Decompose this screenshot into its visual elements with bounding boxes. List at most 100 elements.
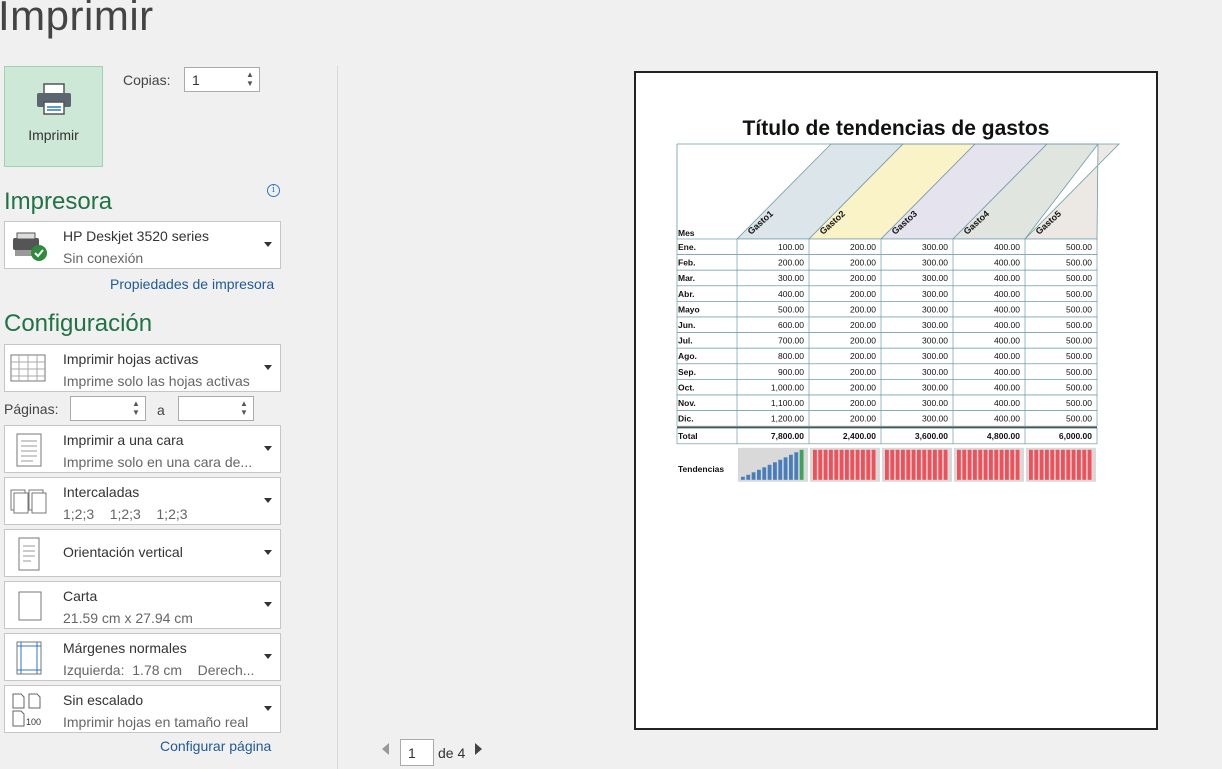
- table-row: [676, 269, 1098, 287]
- sparkline-bar: [967, 449, 972, 480]
- sides-desc: Imprime solo en una cara de...: [63, 454, 253, 470]
- sparkline-bar: [834, 449, 839, 480]
- sparkline-bar: [1045, 449, 1049, 480]
- cell-value: 200.00: [850, 351, 876, 361]
- sparkline-bar: [1010, 449, 1015, 480]
- sparkline-bar: [1087, 449, 1092, 480]
- sparkline-bar: [839, 449, 844, 480]
- chevron-down-icon: [264, 242, 272, 247]
- page-count: de 4: [438, 745, 466, 761]
- scaling-select[interactable]: 100 Sin escalado Imprimir hojas en tamañ…: [4, 685, 281, 733]
- sides-select[interactable]: Imprimir a una cara Imprime solo en una …: [4, 425, 281, 473]
- cell-value: 500.00: [778, 304, 804, 314]
- sparkline-bar: [757, 469, 761, 480]
- cell-value: 300.00: [922, 258, 948, 268]
- cell-value: 1,000.00: [771, 382, 804, 392]
- sparkline-bar: [1061, 449, 1065, 480]
- sparkline-bar: [999, 449, 1004, 480]
- print-what-desc: Imprime solo las hojas activas: [63, 373, 250, 389]
- cell-value: 300.00: [922, 351, 948, 361]
- sparkline-bar: [794, 452, 799, 480]
- table-row: [676, 316, 1098, 333]
- previous-page-icon[interactable]: [382, 743, 389, 755]
- collate-icon: [10, 489, 47, 514]
- cell-value: 300.00: [778, 273, 804, 283]
- cell-value: 300.00: [922, 289, 948, 299]
- pages-to-stepper[interactable]: ▲ ▼: [178, 396, 254, 421]
- print-what-select[interactable]: Imprimir hojas activas Imprime solo las …: [4, 344, 281, 392]
- collate-select[interactable]: Intercaladas 1;2;3 1;2;3 1;2;3: [4, 477, 281, 525]
- cell-value: 400.00: [994, 336, 1020, 346]
- pages-to-down-icon[interactable]: ▼: [239, 408, 249, 418]
- sheet-grid-icon: [10, 354, 46, 382]
- print-what-title: Imprimir hojas activas: [63, 351, 199, 367]
- cell-value: 200.00: [850, 320, 876, 330]
- cell-value: 500.00: [1066, 336, 1092, 346]
- table-row: [676, 254, 1098, 271]
- sparkline-bar: [762, 467, 767, 480]
- cell-value: 400.00: [994, 382, 1020, 392]
- sparkline-bar: [855, 449, 860, 480]
- printer-select[interactable]: HP Deskjet 3520 series Sin conexión: [4, 221, 281, 269]
- printer-status-icon: [13, 232, 47, 261]
- total-row: [676, 427, 1098, 445]
- cell-value: 200.00: [850, 382, 876, 392]
- cell-value: 900.00: [778, 367, 804, 377]
- sparkline-bar: [741, 476, 745, 480]
- sparkline-bar: [767, 464, 772, 480]
- cell-value: 1,100.00: [771, 398, 804, 408]
- cell-value: 400.00: [994, 320, 1020, 330]
- cell-value: 500.00: [1066, 414, 1092, 424]
- margins-select[interactable]: Márgenes normales Izquierda: 1.78 cm Der…: [4, 633, 281, 681]
- print-button[interactable]: Imprimir: [4, 66, 103, 167]
- cell-value: 500.00: [1066, 304, 1092, 314]
- sparkline-bar: [818, 449, 823, 480]
- settings-heading: Configuración: [4, 310, 153, 337]
- cell-value: 300.00: [922, 273, 948, 283]
- cell-value: 200.00: [850, 414, 876, 424]
- printer-properties-link[interactable]: Propiedades de impresora: [110, 276, 274, 292]
- cell-value: 1,200.00: [771, 414, 804, 424]
- sparkline-bar: [871, 449, 876, 480]
- row-month: Ago.: [678, 351, 697, 361]
- sparkline-bar: [850, 449, 855, 480]
- scaling-icon-text: 100: [26, 717, 41, 727]
- sparkline-bar: [1071, 449, 1076, 480]
- cell-value: 2,400.00: [843, 431, 876, 441]
- cell-value: 300.00: [922, 367, 948, 377]
- print-button-label: Imprimir: [28, 127, 79, 143]
- cell-value: 500.00: [1066, 273, 1092, 283]
- sparkline-bar: [845, 449, 849, 480]
- cell-value: 200.00: [850, 367, 876, 377]
- copies-label: Copias:: [123, 72, 171, 88]
- paper-size-select[interactable]: Carta 21.59 cm x 27.94 cm: [4, 581, 281, 629]
- pages-label: Páginas:: [4, 401, 59, 417]
- info-icon[interactable]: i: [267, 184, 280, 197]
- cell-value: 500.00: [1066, 367, 1092, 377]
- copies-down-icon[interactable]: ▼: [245, 79, 255, 89]
- row-month: Sep.: [678, 367, 696, 377]
- orientation-select[interactable]: Orientación vertical: [4, 529, 281, 577]
- sparkline-bar: [861, 449, 865, 480]
- page-setup-link[interactable]: Configurar página: [160, 738, 271, 754]
- cell-value: 4,800.00: [987, 431, 1020, 441]
- next-page-icon[interactable]: [475, 743, 482, 755]
- pages-from-stepper[interactable]: ▲ ▼: [70, 396, 146, 421]
- row-month: Nov.: [678, 398, 696, 408]
- copies-stepper[interactable]: 1 ▲ ▼: [184, 67, 260, 92]
- copies-value[interactable]: 1: [192, 72, 200, 88]
- sparkline-bar: [973, 449, 977, 480]
- row-month: Ene.: [678, 242, 696, 252]
- printer-status: Sin conexión: [63, 250, 144, 266]
- sparkline-bar: [922, 449, 927, 480]
- cell-value: 6,000.00: [1059, 431, 1092, 441]
- sparkline-bar: [938, 449, 943, 480]
- cell-value: 300.00: [922, 398, 948, 408]
- cell-value: 300.00: [922, 382, 948, 392]
- pages-from-down-icon[interactable]: ▼: [131, 408, 141, 418]
- sparkline-bar: [957, 449, 961, 480]
- sparkline-bar: [1066, 449, 1071, 480]
- page-number-input[interactable]: 1: [400, 739, 434, 766]
- print-preview: Título de tendencias de gastos Gasto1 Gas…: [634, 71, 1158, 730]
- sparkline-bar: [1039, 449, 1044, 480]
